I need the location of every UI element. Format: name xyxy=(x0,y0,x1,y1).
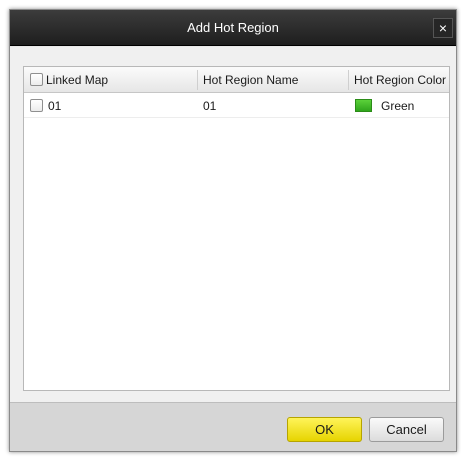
column-divider[interactable] xyxy=(197,70,198,90)
table-row[interactable]: 01 01 Green xyxy=(24,94,449,118)
close-icon[interactable]: × xyxy=(433,18,453,38)
hot-region-table: Linked Map Hot Region Name Hot Region Co… xyxy=(23,66,450,391)
add-hot-region-dialog: Add Hot Region × Linked Map Hot Region N… xyxy=(9,9,457,452)
ok-button[interactable]: OK xyxy=(287,417,362,442)
dialog-content: Linked Map Hot Region Name Hot Region Co… xyxy=(10,47,456,402)
dialog-footer: OK Cancel xyxy=(10,402,456,451)
column-header-hot-region-color[interactable]: Hot Region Color xyxy=(354,67,446,93)
column-header-hot-region-name[interactable]: Hot Region Name xyxy=(203,67,298,93)
cancel-button[interactable]: Cancel xyxy=(369,417,444,442)
row-checkbox[interactable] xyxy=(30,99,43,112)
dialog-title: Add Hot Region xyxy=(187,20,279,35)
color-swatch[interactable] xyxy=(355,99,372,112)
column-header-linked-map[interactable]: Linked Map xyxy=(46,67,108,93)
column-divider[interactable] xyxy=(348,70,349,90)
table-header: Linked Map Hot Region Name Hot Region Co… xyxy=(24,67,449,93)
cell-hot-region-name: 01 xyxy=(203,99,217,113)
dialog-title-bar: Add Hot Region × xyxy=(10,10,456,46)
select-all-checkbox[interactable] xyxy=(30,73,43,86)
cell-hot-region-color: Green xyxy=(381,99,415,113)
cell-linked-map: 01 xyxy=(48,99,62,113)
